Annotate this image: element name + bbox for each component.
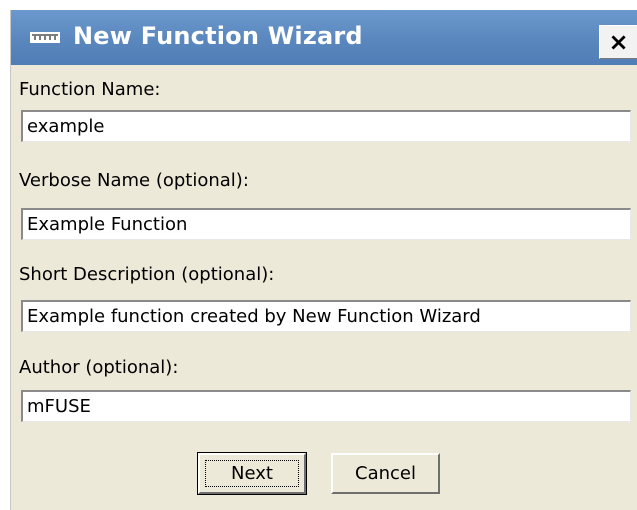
- title-bar[interactable]: New Function Wizard ×: [11, 10, 637, 65]
- short-description-label: Short Description (optional):: [19, 264, 275, 285]
- close-icon: ×: [608, 28, 629, 56]
- verbose-name-label: Verbose Name (optional):: [19, 170, 249, 191]
- verbose-name-field[interactable]: [21, 208, 631, 240]
- author-field[interactable]: [21, 390, 631, 422]
- wizard-dialog: New Function Wizard × Function Name: Ver…: [10, 10, 637, 510]
- window-title: New Function Wizard: [73, 22, 363, 50]
- close-button[interactable]: ×: [599, 25, 637, 59]
- ruler-icon: [30, 32, 60, 43]
- function-name-field[interactable]: [21, 110, 631, 142]
- author-label: Author (optional):: [19, 357, 179, 378]
- cancel-button[interactable]: Cancel: [331, 453, 440, 494]
- cancel-button-label: Cancel: [355, 463, 416, 484]
- next-button[interactable]: Next: [198, 453, 306, 494]
- function-name-label: Function Name:: [19, 79, 161, 100]
- next-button-label: Next: [231, 463, 273, 484]
- short-description-field[interactable]: [21, 300, 631, 332]
